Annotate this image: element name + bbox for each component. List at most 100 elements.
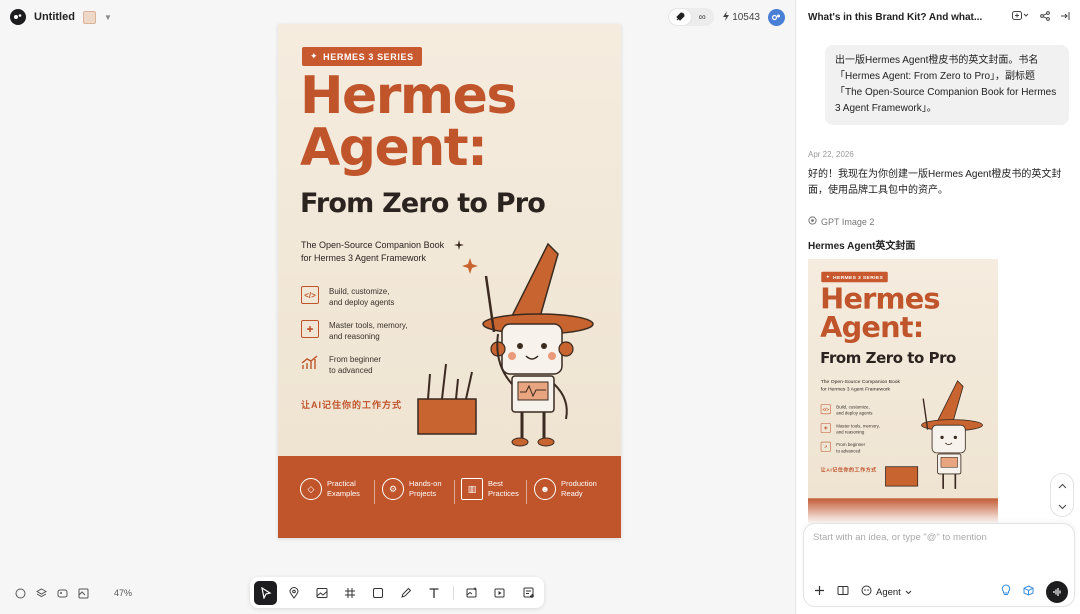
voice-send-button[interactable]	[1046, 581, 1068, 603]
model-tag: GPT Image 2	[808, 216, 874, 227]
generated-image-thumbnail[interactable]: ✦ HERMES 3 SERIES Hermes Agent: From Zer…	[808, 259, 998, 524]
chevron-up-icon[interactable]	[1058, 476, 1067, 494]
bottom-feature-line: Examples	[327, 489, 360, 498]
frame-tool[interactable]	[338, 581, 361, 605]
composer-toolbar: Agent	[814, 581, 1068, 603]
feature-line: and deploy agents	[329, 298, 395, 307]
chevron-down-icon[interactable]: ▼	[104, 13, 112, 22]
new-chat-icon[interactable]	[1012, 8, 1030, 26]
toolbar-divider	[452, 585, 454, 600]
book-title-line2: Agent:	[820, 311, 924, 345]
project-header: Untitled ▼	[10, 8, 112, 26]
credits-counter[interactable]: 10543	[722, 10, 760, 24]
chart-icon: ↗	[820, 441, 831, 452]
add-frame-tool[interactable]	[517, 581, 540, 605]
robot-wizard-illustration	[885, 380, 983, 489]
message-date: Apr 22, 2026	[808, 150, 854, 159]
assistant-message: 好的！我现在为你创建一版Hermes Agent橙皮书的英文封面，使用品牌工具包…	[808, 169, 1062, 196]
book-title-line1: Hermes	[820, 282, 940, 316]
feature-item: From beginner to advanced	[301, 354, 381, 376]
book-title-line2: Agent:	[300, 118, 488, 178]
rectangle-tool[interactable]	[366, 581, 389, 605]
series-badge: ✦ HERMES 3 SERIES	[302, 47, 422, 66]
collapse-panel-icon[interactable]	[1060, 8, 1070, 26]
cube-icon[interactable]	[1023, 583, 1034, 601]
composer-actions	[1001, 581, 1068, 603]
video-tool[interactable]	[489, 581, 512, 605]
series-label: HERMES 3 SERIES	[323, 51, 414, 62]
feature-line: From beginner	[329, 355, 382, 364]
chat-input[interactable]	[813, 532, 1063, 543]
bottom-feature: ◇ Practical Examples	[300, 478, 360, 500]
view-toggle[interactable]: ∞	[668, 8, 715, 26]
lightning-icon	[722, 10, 730, 24]
cube-icon: ◇	[300, 478, 322, 500]
chat-panel: What's in this Brand Kit? And what... 出一…	[795, 0, 1080, 614]
book-title: Hermes Agent:	[300, 66, 517, 178]
circle-icon[interactable]	[14, 587, 26, 599]
chevron-down-icon	[905, 587, 912, 598]
code-icon: </>	[301, 286, 319, 304]
bottom-feature: ☻ Production Ready	[534, 478, 597, 500]
feature-line: to advanced	[836, 448, 861, 454]
bottom-feature-line: Projects	[409, 489, 437, 498]
agent-selector[interactable]: Agent	[861, 585, 912, 599]
chat-header: What's in this Brand Kit? And what...	[808, 10, 1070, 24]
puzzle-icon: ✚	[301, 320, 319, 338]
select-tool[interactable]	[254, 580, 278, 605]
book-cover[interactable]: ✦ HERMES 3 SERIES Hermes Agent: From Zer…	[278, 24, 621, 538]
lightbulb-icon[interactable]	[1001, 583, 1011, 601]
code-icon: </>	[820, 404, 831, 415]
puzzle-icon: ✚	[820, 422, 831, 433]
divider	[374, 480, 375, 504]
book-tagline: 让AI记住你的工作方式	[820, 467, 877, 473]
gallery-icon[interactable]	[77, 587, 89, 599]
avatar[interactable]	[768, 8, 785, 26]
people-icon: ☻	[534, 478, 556, 500]
bottom-feature: ▥ Best Practices	[461, 478, 519, 500]
feature-line: Build, customize,	[329, 287, 390, 296]
feature-item: ✚ Master tools, memory, and reasoning	[301, 320, 408, 342]
gear-icon: ⚙	[382, 478, 404, 500]
thumbnail-content: ✦ HERMES 3 SERIES Hermes Agent: From Zer…	[808, 259, 998, 524]
chat-composer: Agent	[803, 523, 1075, 607]
book-title-line1: Hermes	[300, 66, 517, 126]
book-icon: ▥	[461, 478, 483, 500]
pen-tool[interactable]	[395, 581, 418, 605]
app-logo-icon[interactable]	[10, 9, 26, 25]
canvas[interactable]: Untitled ▼ ∞ 10543 ✦ HERMES 3 SERIES Her…	[0, 0, 795, 614]
assets-icon[interactable]	[56, 587, 68, 599]
infinity-icon[interactable]: ∞	[691, 9, 713, 25]
text-tool[interactable]	[423, 581, 446, 605]
layers-icon[interactable]	[35, 587, 47, 599]
image-title: Hermes Agent英文封面	[808, 241, 916, 252]
book-cover-thumb: ✦ HERMES 3 SERIES Hermes Agent: From Zer…	[808, 259, 998, 524]
project-emoji-icon[interactable]	[82, 10, 96, 24]
user-message: 出一版Hermes Agent橙皮书的英文封面。书名「Hermes Agent:…	[825, 45, 1069, 125]
plus-icon[interactable]	[814, 583, 825, 601]
book-open-icon[interactable]	[837, 583, 849, 601]
divider	[526, 480, 527, 504]
chat-header-actions	[1012, 8, 1070, 26]
book-subtitle: From Zero to Pro	[820, 349, 956, 368]
feature-line: and deploy agents	[836, 410, 873, 416]
project-title[interactable]: Untitled	[34, 11, 75, 23]
thumbnail-fade	[808, 497, 998, 524]
sparkle-icon: ✦	[825, 273, 831, 280]
feature-line: to advanced	[329, 366, 373, 375]
share-icon[interactable]	[1040, 8, 1050, 26]
tool-palette	[250, 577, 544, 608]
feature-item: ↗ From beginner to advanced	[820, 441, 865, 454]
feature-line: and reasoning	[836, 429, 865, 435]
zoom-level[interactable]: 47%	[114, 588, 132, 598]
pin-tool[interactable]	[282, 581, 305, 605]
robot-wizard-illustration	[417, 240, 594, 447]
sparkle-icon: ✦	[310, 51, 319, 61]
rocket-icon[interactable]	[669, 9, 692, 25]
image-tool[interactable]	[310, 581, 333, 605]
series-label: HERMES 3 SERIES	[833, 274, 884, 280]
series-badge: ✦ HERMES 3 SERIES	[821, 271, 888, 283]
chat-title[interactable]: What's in this Brand Kit? And what...	[808, 12, 988, 23]
image-edit-tool[interactable]	[461, 581, 484, 605]
chevron-down-icon[interactable]	[1058, 497, 1067, 515]
